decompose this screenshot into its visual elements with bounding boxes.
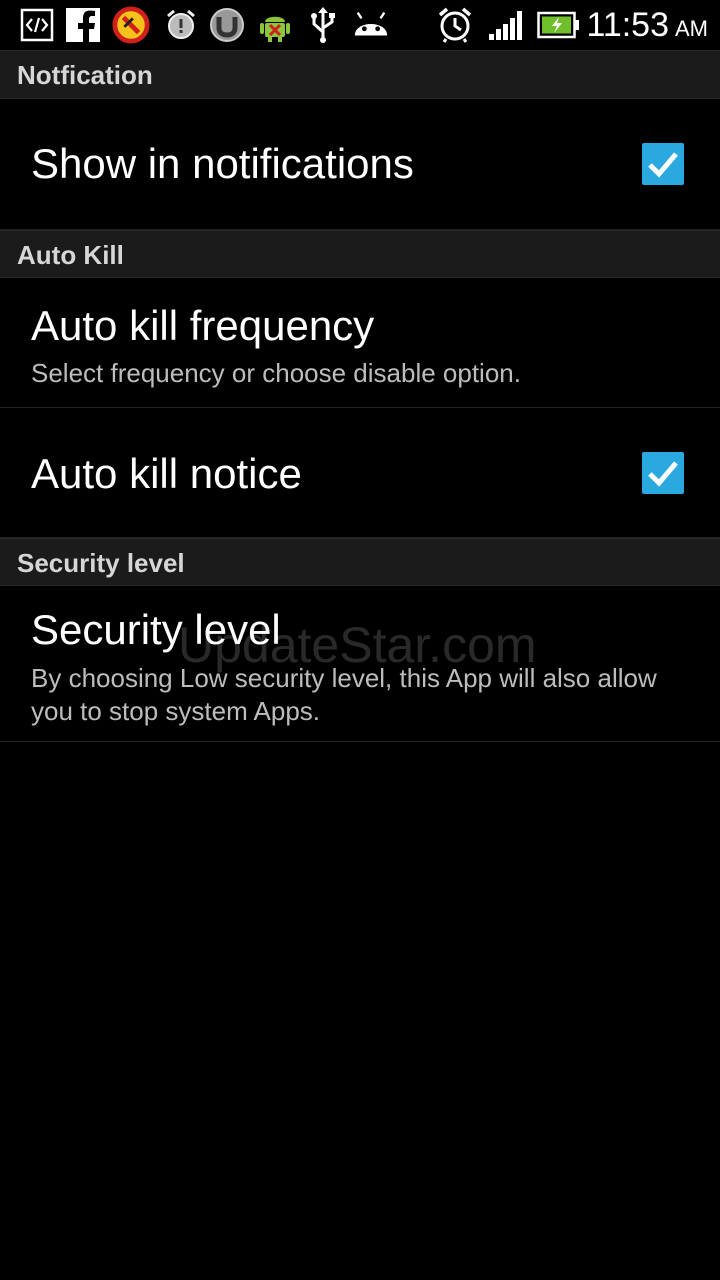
category-header-security-level: Security level xyxy=(0,538,720,586)
pref-summary: Select frequency or choose disable optio… xyxy=(31,358,521,388)
usb-icon xyxy=(304,6,342,44)
clock-ampm: AM xyxy=(675,16,708,41)
category-title: Auto Kill xyxy=(17,240,124,270)
status-bar: 11:53 AM xyxy=(0,0,720,51)
checkmark-icon xyxy=(648,152,678,178)
pref-summary: By choosing Low security level, this App… xyxy=(31,663,657,726)
category-header-notification: Notfication xyxy=(0,50,720,99)
android-icon xyxy=(352,6,390,44)
pref-title: Auto kill frequency xyxy=(31,302,375,349)
pref-title: Show in notifications xyxy=(31,140,414,187)
pref-auto-kill-frequency[interactable]: Auto kill frequency Select frequency or … xyxy=(0,278,720,408)
utorrent-icon xyxy=(208,6,246,44)
category-header-auto-kill: Auto Kill xyxy=(0,230,720,278)
android-debug-icon xyxy=(256,6,294,44)
no-sync-icon xyxy=(112,6,150,44)
pref-security-level[interactable]: Security level By choosing Low security … xyxy=(0,586,720,742)
pref-title: Security level xyxy=(31,606,281,653)
alarm-clock-icon xyxy=(162,6,200,44)
facebook-icon xyxy=(64,6,102,44)
pref-title: Auto kill notice xyxy=(31,450,302,497)
show-in-notifications-checkbox[interactable] xyxy=(642,143,684,185)
signal-icon xyxy=(487,6,525,44)
pref-show-in-notifications[interactable]: Show in notifications xyxy=(0,99,720,230)
battery-charging-icon xyxy=(536,6,582,44)
pref-auto-kill-notice[interactable]: Auto kill notice xyxy=(0,408,720,538)
checkmark-icon xyxy=(648,461,678,487)
code-icon xyxy=(18,6,56,44)
category-title: Security level xyxy=(17,548,185,578)
clock: 11:53 AM xyxy=(586,4,708,50)
alarm-icon xyxy=(436,6,474,44)
category-title: Notfication xyxy=(17,60,153,90)
clock-time: 11:53 xyxy=(586,6,669,44)
auto-kill-notice-checkbox[interactable] xyxy=(642,452,684,494)
